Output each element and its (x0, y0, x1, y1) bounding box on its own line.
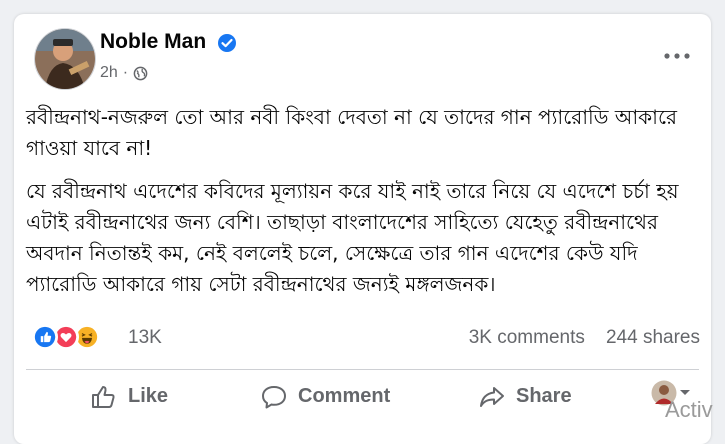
post-paragraph: যে রবীন্দ্রনাথ এদেশের কবিদের মূল্যায়ন ক… (26, 179, 679, 296)
globe-icon (133, 66, 148, 80)
engagement-counts: 3K comments 244 shares (469, 327, 700, 349)
share-label: Share (516, 385, 572, 407)
post-stats: 13K 3K comments 244 shares (32, 324, 700, 354)
chevron-down-icon (680, 390, 690, 395)
post-meta: 2h · (100, 64, 148, 82)
post-body: রবীন্দ্রনাথ-নজরুল তো আর নবী কিংবা দেবতা … (26, 102, 696, 312)
comment-button[interactable]: Comment (260, 374, 390, 419)
reaction-count[interactable]: 13K (128, 327, 162, 349)
action-bar: Like Comment Share (26, 374, 706, 419)
like-label: Like (128, 385, 169, 407)
post-time[interactable]: 2h (100, 64, 118, 82)
thumbs-up-icon (92, 385, 115, 408)
verified-badge-icon (218, 34, 236, 52)
post-paragraph: রবীন্দ্রনাথ-নজরুল তো আর নবী কিংবা দেবতা … (26, 105, 677, 160)
more-dots-icon (664, 53, 690, 59)
reaction-summary[interactable] (32, 324, 142, 350)
comments-count[interactable]: 3K comments (469, 327, 585, 348)
activation-watermark: Activ (665, 397, 713, 422)
shares-count[interactable]: 244 shares (606, 327, 700, 348)
author-name[interactable]: Noble Man (100, 30, 206, 54)
comment-bubble-icon (262, 385, 286, 408)
share-button[interactable]: Share (478, 374, 572, 419)
share-arrow-icon (480, 386, 504, 407)
post-card: Noble Man 2h · রবীন্দ্রনাথ-নজরুল তো আর ন… (14, 14, 711, 444)
more-options-button[interactable] (659, 44, 695, 68)
like-icon (32, 324, 58, 350)
like-button[interactable]: Like (90, 374, 168, 419)
author-avatar[interactable] (34, 28, 96, 90)
meta-separator: · (122, 64, 129, 81)
comment-label: Comment (298, 385, 391, 407)
actions-divider (26, 369, 699, 370)
